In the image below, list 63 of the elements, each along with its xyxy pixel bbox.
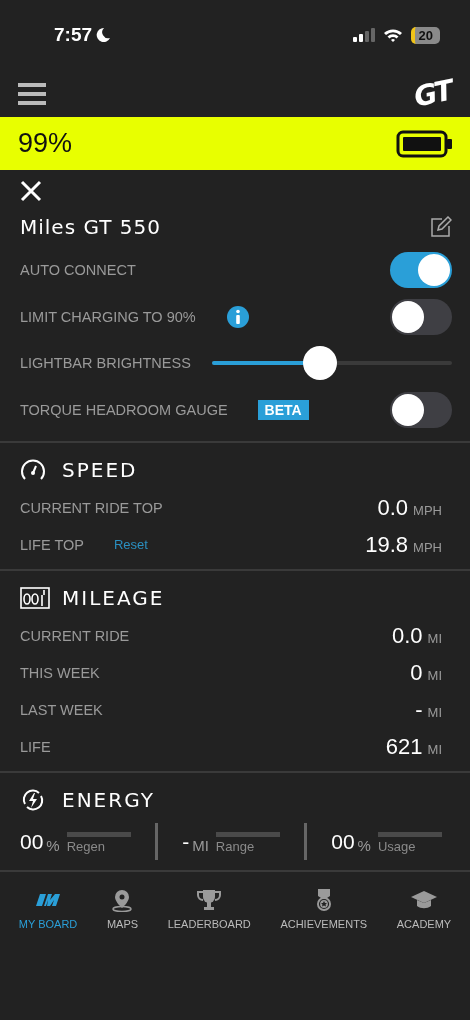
trophy-icon — [195, 888, 224, 912]
toggle-switch[interactable] — [390, 252, 452, 289]
unit-label: MI — [192, 836, 209, 854]
stat-value: 19.8 — [365, 531, 409, 558]
nav-tab[interactable]: MY BOARD — [18, 888, 78, 930]
nav-tab[interactable]: ACADEMY — [396, 888, 452, 930]
unit-label: % — [357, 836, 371, 854]
setting-label: LIGHTBAR BRIGHTNESS — [20, 355, 191, 372]
stat-value: 0.0 — [377, 494, 409, 521]
stat-value: - — [415, 696, 423, 723]
setting-label: TORQUE HEADROOM GAUGE — [20, 401, 228, 418]
stat-bar — [377, 831, 442, 837]
slider-thumb[interactable] — [303, 346, 337, 381]
setting-label: LIMIT CHARGING TO 90% — [20, 308, 196, 325]
device-name: Miles GT 550 — [20, 215, 161, 239]
battery-icon — [396, 129, 454, 158]
moon-icon — [95, 27, 112, 43]
stat-label: Usage — [377, 838, 417, 854]
reset-link[interactable]: Reset — [113, 537, 148, 552]
battery-percent: 99% — [18, 128, 73, 159]
beta-badge: BETA — [257, 399, 309, 420]
stat-value: 00 — [20, 829, 44, 854]
toggle-switch[interactable] — [390, 391, 452, 428]
stat-label: LIFE — [20, 738, 51, 755]
nav-tab[interactable]: LEADERBOARD — [167, 888, 251, 930]
brand-logo: GT — [411, 73, 455, 114]
unit-label: MI — [427, 741, 442, 757]
signal-icon — [352, 28, 375, 42]
clock-time: 7:57 — [54, 24, 93, 46]
odometer-icon — [20, 585, 50, 611]
stat-value: 621 — [385, 733, 423, 760]
section-title: SPEED — [62, 458, 138, 482]
stat-label: CURRENT RIDE TOP — [20, 499, 163, 516]
close-icon[interactable] — [20, 180, 42, 202]
stat-label: CURRENT RIDE — [20, 627, 130, 644]
battery-indicator: 20 — [410, 26, 440, 44]
stat-bar — [66, 831, 131, 837]
stat-bar — [215, 831, 280, 837]
nav-tab[interactable]: ACHIEVEMENTS — [280, 888, 368, 930]
stat-value: 00 — [331, 829, 355, 854]
section-title: MILEAGE — [62, 586, 165, 610]
wifi-icon — [382, 28, 403, 42]
unit-label: MPH — [413, 502, 442, 518]
stat-label: LIFE TOP — [20, 536, 84, 553]
stat-label: Range — [215, 838, 256, 854]
unit-label: % — [46, 836, 60, 854]
info-icon[interactable] — [225, 304, 250, 329]
toggle-switch[interactable] — [390, 298, 452, 335]
stat-value: 0.0 — [391, 622, 423, 649]
stat-value: - — [182, 829, 190, 854]
unit-label: MI — [427, 704, 442, 720]
edit-icon[interactable] — [430, 216, 452, 238]
setting-label: AUTO CONNECT — [20, 262, 136, 279]
unit-label: MPH — [413, 539, 442, 555]
stat-value: 0 — [410, 659, 423, 686]
menu-icon[interactable] — [18, 82, 46, 105]
unit-label: MI — [427, 667, 442, 683]
stat-label: LAST WEEK — [20, 701, 103, 718]
stat-label: THIS WEEK — [20, 664, 100, 681]
stat-label: Regen — [66, 838, 106, 854]
nav-tab[interactable]: MAPS — [106, 888, 139, 930]
section-title: ENERGY — [62, 788, 155, 812]
unit-label: MI — [427, 630, 442, 646]
